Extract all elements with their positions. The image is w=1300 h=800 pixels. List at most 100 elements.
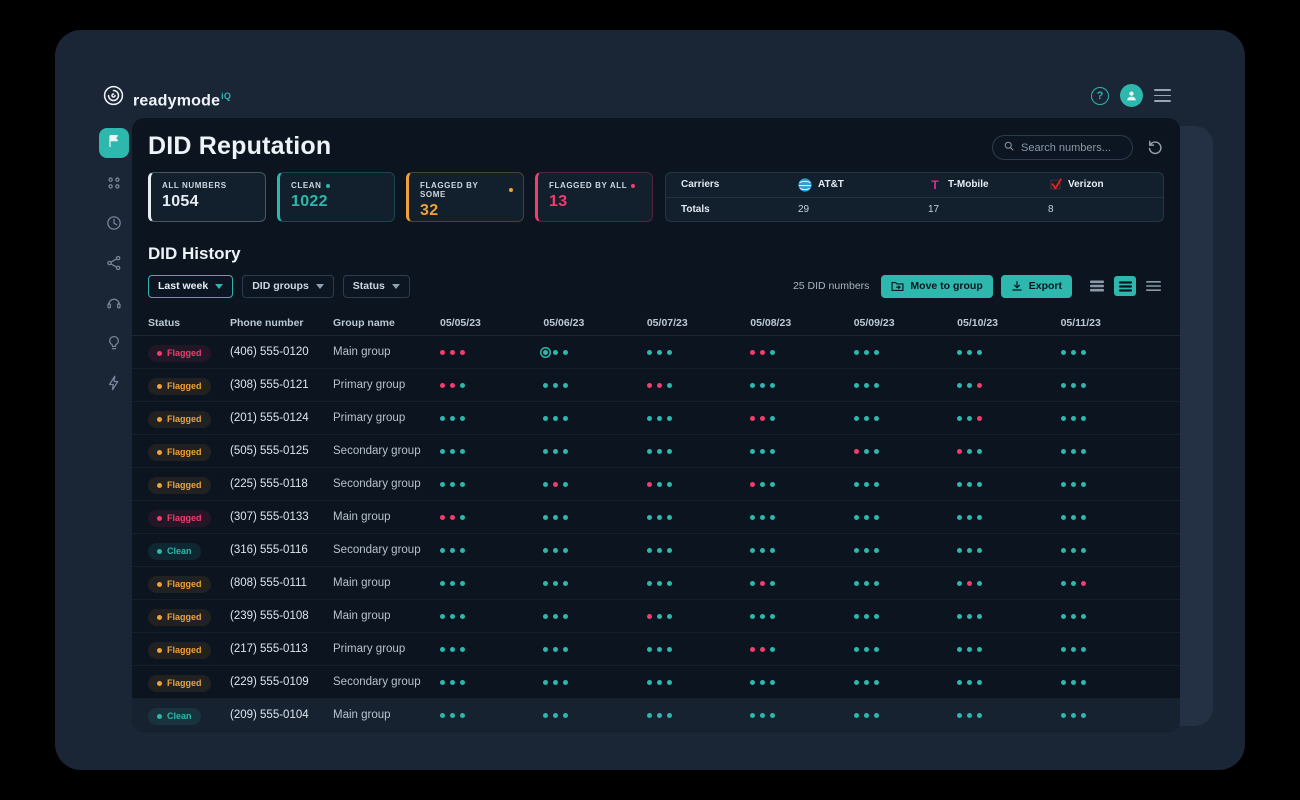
status-dot	[460, 350, 465, 355]
day-status-cell	[440, 383, 543, 388]
headset-icon	[105, 294, 123, 317]
status-filter-dropdown[interactable]: Status	[343, 275, 410, 298]
table-row[interactable]: Flagged (201) 555-0124 Primary group	[132, 402, 1180, 435]
table-row[interactable]: Flagged (308) 555-0121 Primary group	[132, 369, 1180, 402]
day-status-cell	[854, 350, 957, 355]
status-dot	[440, 383, 445, 388]
day-status-cell	[1061, 449, 1164, 454]
day-status-cell	[750, 680, 853, 685]
sidebar-item-network[interactable]	[105, 256, 123, 274]
sidebar-item-groups[interactable]	[105, 176, 123, 194]
column-header: 05/11/23	[1061, 317, 1164, 329]
table-row[interactable]: Flagged (217) 555-0113 Primary group	[132, 633, 1180, 666]
sidebar-item-insights[interactable]	[105, 336, 123, 354]
stat-card-header: FLAGGED BY ALL	[549, 181, 642, 190]
status-dot	[647, 680, 652, 685]
status-dot	[543, 482, 548, 487]
status-dot	[657, 449, 662, 454]
table-row[interactable]: Flagged (239) 555-0108 Main group	[132, 600, 1180, 633]
table-row[interactable]: Clean (209) 555-0104 Main group	[132, 699, 1180, 732]
status-dot	[874, 449, 879, 454]
stat-card[interactable]: FLAGGED BY SOME 32	[406, 172, 524, 222]
time-filter-dropdown[interactable]: Last week	[148, 275, 233, 298]
export-button[interactable]: Export	[1001, 275, 1072, 298]
list-view-icon[interactable]	[1114, 276, 1136, 296]
day-status-cell	[647, 449, 750, 454]
status-dot	[667, 647, 672, 652]
status-dot	[760, 713, 765, 718]
chevron-down-icon	[316, 284, 324, 289]
status-badge: Flagged	[148, 642, 211, 659]
carrier-item[interactable]: TT-Mobile	[928, 178, 1048, 192]
help-icon[interactable]: ?	[1091, 87, 1109, 105]
search-box[interactable]	[992, 135, 1133, 160]
column-header: 05/06/23	[543, 317, 646, 329]
carrier-item[interactable]: AT&T	[798, 178, 928, 192]
status-dot	[450, 680, 455, 685]
day-status-cell	[1061, 350, 1164, 355]
table-row[interactable]: Flagged (406) 555-0120 Main group	[132, 336, 1180, 369]
status-dot	[874, 680, 879, 685]
status-dot	[667, 713, 672, 718]
table-row[interactable]: Flagged (307) 555-0133 Main group	[132, 501, 1180, 534]
day-status-cell	[957, 548, 1060, 553]
carrier-item[interactable]: Verizon	[1048, 178, 1163, 192]
sidebar-item-history[interactable]	[105, 216, 123, 234]
compact-view-icon[interactable]	[1142, 276, 1164, 296]
table-row[interactable]: Clean (316) 555-0116 Secondary group	[132, 534, 1180, 567]
day-status-cell	[647, 383, 750, 388]
status-dot	[1071, 416, 1076, 421]
status-dot	[1071, 581, 1076, 586]
refresh-icon[interactable]	[1146, 138, 1165, 157]
group-name: Secondary group	[333, 544, 440, 556]
status-label: Flagged	[167, 612, 202, 622]
menu-icon[interactable]	[1154, 89, 1171, 101]
sidebar-item-did-reputation[interactable]	[99, 128, 129, 158]
status-dot	[874, 647, 879, 652]
status-cell: Flagged	[148, 409, 230, 428]
day-status-cell	[440, 614, 543, 619]
sidebar-item-support[interactable]	[105, 296, 123, 314]
status-dot	[977, 350, 982, 355]
status-dot	[977, 647, 982, 652]
table-row[interactable]: Flagged (808) 555-0111 Main group	[132, 567, 1180, 600]
status-cell: Flagged	[148, 475, 230, 494]
grid-view-icon[interactable]	[1086, 276, 1108, 296]
status-dot	[563, 581, 568, 586]
avatar-icon[interactable]	[1120, 84, 1143, 107]
move-to-group-label: Move to group	[910, 280, 982, 292]
status-dot	[460, 647, 465, 652]
day-status-cell	[854, 416, 957, 421]
column-header: 05/09/23	[854, 317, 957, 329]
table-row[interactable]: Flagged (229) 555-0109 Secondary group	[132, 666, 1180, 699]
status-dot	[667, 680, 672, 685]
status-dot	[854, 713, 859, 718]
sidebar-item-automation[interactable]	[105, 376, 123, 394]
brand-name: readymodeiQ	[133, 84, 231, 113]
status-dot	[553, 581, 558, 586]
day-status-cell	[1061, 647, 1164, 652]
status-badge: Flagged	[148, 576, 211, 593]
status-label: Flagged	[167, 414, 202, 424]
search-input[interactable]	[1021, 142, 1163, 154]
time-filter-value: Last week	[158, 280, 208, 292]
status-dot	[1081, 614, 1086, 619]
status-dot	[553, 350, 558, 355]
status-dot	[1081, 713, 1086, 718]
move-to-group-button[interactable]: Move to group	[881, 275, 992, 298]
stat-cards: ALL NUMBERS 1054 CLEAN 1022 FLAGGED BY S…	[148, 172, 653, 222]
stat-card[interactable]: CLEAN 1022	[277, 172, 395, 222]
status-dot	[657, 713, 662, 718]
day-status-cell	[854, 449, 957, 454]
stat-card[interactable]: ALL NUMBERS 1054	[148, 172, 266, 222]
status-dot	[667, 581, 672, 586]
group-filter-dropdown[interactable]: DID groups	[242, 275, 334, 298]
status-dot	[864, 383, 869, 388]
carriers-row-names: Carriers AT&TTT-MobileVerizon	[666, 173, 1163, 198]
table-row[interactable]: Flagged (225) 555-0118 Secondary group	[132, 468, 1180, 501]
stat-card[interactable]: FLAGGED BY ALL 13	[535, 172, 653, 222]
table-row[interactable]: Flagged (505) 555-0125 Secondary group	[132, 435, 1180, 468]
status-dot	[450, 383, 455, 388]
status-dot	[1081, 350, 1086, 355]
status-dot	[957, 614, 962, 619]
